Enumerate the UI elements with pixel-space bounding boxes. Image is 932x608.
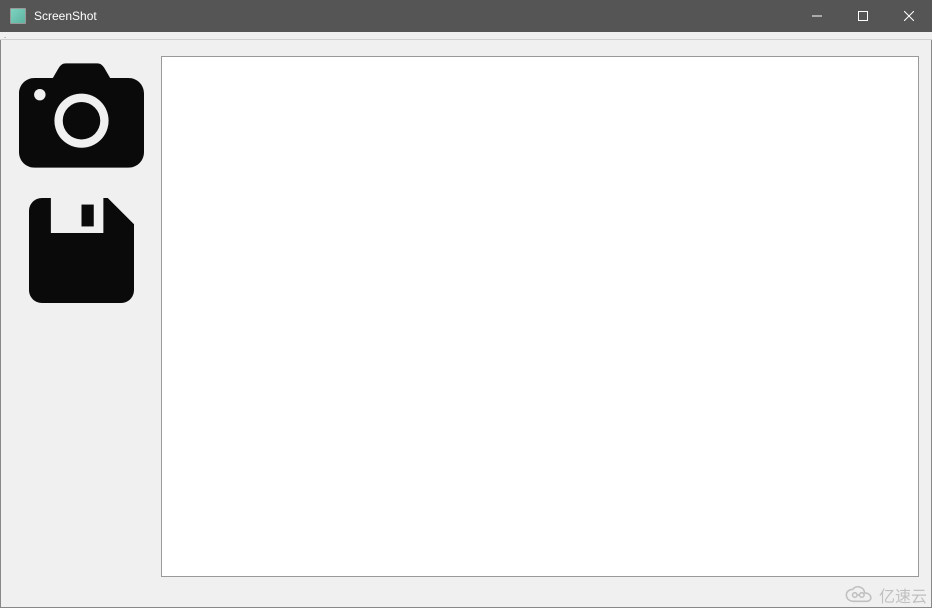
camera-icon (19, 63, 144, 168)
window-titlebar: ScreenShot (0, 0, 932, 32)
app-icon (10, 8, 26, 24)
close-icon (904, 11, 914, 21)
minimize-button[interactable] (794, 0, 840, 32)
window-title: ScreenShot (34, 9, 97, 23)
maximize-button[interactable] (840, 0, 886, 32)
toolbar (1, 40, 161, 607)
preview-area (161, 40, 931, 607)
save-button[interactable] (16, 195, 146, 305)
window-controls (794, 0, 932, 32)
minimize-icon (812, 11, 822, 21)
capture-button[interactable] (16, 60, 146, 170)
client-area: 亿速云 (0, 40, 932, 608)
save-icon (19, 198, 144, 303)
preview-canvas (161, 56, 919, 577)
close-button[interactable] (886, 0, 932, 32)
maximize-icon (858, 11, 868, 21)
menubar: . (0, 32, 932, 40)
